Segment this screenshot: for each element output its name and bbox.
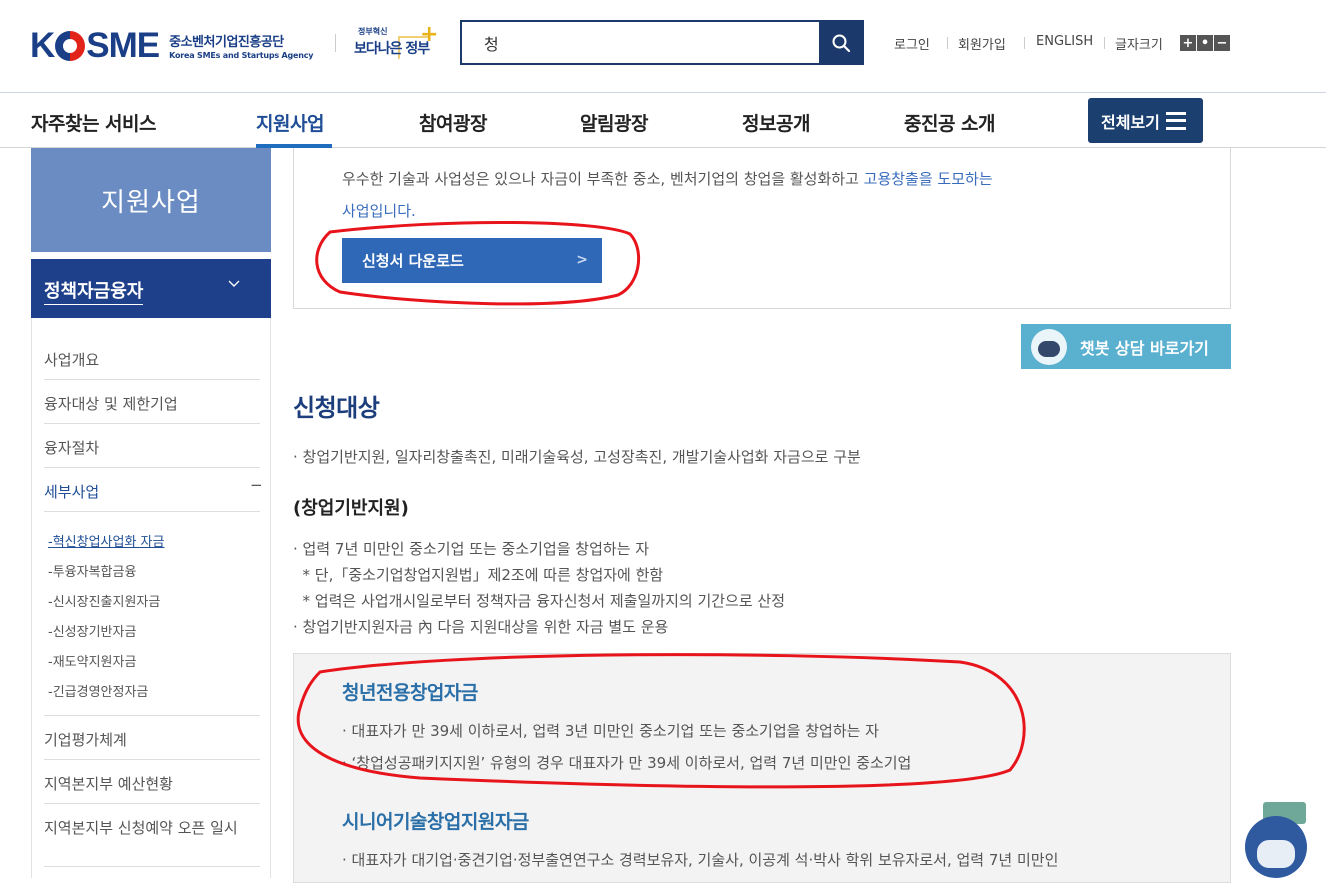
divider (44, 866, 260, 867)
login-link[interactable]: 로그인 (894, 34, 930, 53)
sidebar-title: 지원사업 (31, 148, 271, 252)
subsection-line: * 단,「중소기업창업지원법」제2조에 따른 창업자에 한함 (293, 566, 664, 584)
divider (44, 379, 260, 380)
sidebar-item-budget[interactable]: 지역본지부 예산현황 (44, 773, 173, 794)
view-all-menu-button[interactable]: 전체보기 (1088, 98, 1203, 143)
english-link[interactable]: ENGLISH (1036, 34, 1093, 49)
sidebar-category-label: 정책자금융자 (44, 277, 144, 305)
divider (44, 759, 260, 760)
logo-circle-icon (55, 30, 86, 61)
nav-item-notice[interactable]: 알림광장 (580, 109, 648, 136)
divider (44, 715, 260, 716)
fund-line: · 대표자가 만 39세 이하로서, 업력 3년 미만인 중소기업 또는 중소기… (342, 722, 879, 740)
sidebar-subitem-investment-loan[interactable]: -투융자복합금융 (48, 561, 136, 580)
font-size-controls: + • − (1180, 35, 1231, 51)
divider (335, 34, 336, 52)
divider (1104, 37, 1105, 49)
arrow-right-icon: > (576, 252, 588, 268)
section-text: · 창업기반지원, 일자리창출촉진, 미래기술육성, 고성장촉진, 개발기술사업… (293, 448, 861, 466)
sidebar-item-overview[interactable]: 사업개요 (44, 349, 99, 370)
divider (44, 467, 260, 468)
search-icon (832, 34, 850, 52)
signup-link[interactable]: 회원가입 (958, 34, 1006, 53)
kosme-logo[interactable]: K SME 중소벤처기업진흥공단 Korea SMEs and Startups… (30, 26, 314, 65)
sidebar-item-reservation[interactable]: 지역본지부 신청예약 오픈 일시 (44, 817, 238, 838)
sidebar-subitem-new-market[interactable]: -신시장진출지원자금 (48, 591, 160, 610)
program-description: 우수한 기술과 사업성은 있으나 자금이 부족한 중소, 벤처기업의 창업을 활… (342, 170, 993, 220)
application-download-button[interactable]: 신청서 다운로드 > (342, 238, 602, 283)
plus-icon: + (420, 22, 439, 47)
subsection-title: (창업기반지원) (293, 498, 409, 519)
subsection-line: * 업력은 사업개시일로부터 정책자금 융자신청서 제출일까지의 기간으로 산정 (293, 592, 786, 610)
sidebar-subitem-new-growth[interactable]: -신성장기반자금 (48, 621, 136, 640)
gov-innovation-logo[interactable]: 정부혁신 보다나은 정부 + (352, 22, 439, 64)
nav-item-about[interactable]: 중진공 소개 (904, 109, 996, 136)
font-size-label: 글자크기 (1115, 38, 1163, 53)
collapse-icon[interactable]: − (250, 476, 263, 494)
sidebar-subitem-restart[interactable]: -재도약지원자금 (48, 651, 136, 670)
divider (44, 803, 260, 804)
divider (44, 423, 260, 424)
site-header: K SME 중소벤처기업진흥공단 Korea SMEs and Startups… (0, 0, 1326, 92)
search-box (460, 20, 864, 65)
nav-item-disclosure[interactable]: 정보공개 (742, 109, 810, 136)
sidebar-item-procedure[interactable]: 융자절차 (44, 437, 99, 458)
floating-chatbot-icon[interactable] (1245, 816, 1307, 878)
menu-icon (1165, 111, 1186, 130)
sidebar-subitem-innovation-startup[interactable]: -혁신창업사업화 자금 (48, 531, 164, 550)
nav-item-frequent-services[interactable]: 자주찾는 서비스 (31, 109, 156, 136)
fund-title-youth: 청년전용창업자금 (342, 682, 478, 704)
nav-item-participation[interactable]: 참여광장 (419, 109, 487, 136)
fund-line: · 대표자가 대기업·중견기업·정부출연연구소 경력보유자, 기술사, 이공계 … (342, 851, 1059, 869)
divider (947, 37, 948, 49)
nav-item-support-programs[interactable]: 지원사업 (256, 109, 324, 136)
chatbot-button[interactable]: 챗봇 상담 바로가기 (1021, 324, 1231, 369)
fund-line: · ‘창업성공패키지지원’ 유형의 경우 대표자가 만 39세 이하로서, 업력… (342, 754, 912, 772)
subsection-line: · 창업기반지원자금 內 다음 지원대상을 위한 자금 별도 운용 (293, 618, 669, 636)
section-title: 신청대상 (293, 394, 380, 422)
sidebar-item-details[interactable]: 세부사업 (44, 481, 99, 502)
subsection-line: · 업력 7년 미만인 중소기업 또는 중소기업을 창업하는 자 (293, 540, 650, 558)
chatbot-icon (1031, 329, 1067, 365)
search-input[interactable] (462, 22, 820, 63)
font-increase-button[interactable]: + (1180, 35, 1196, 51)
divider (1024, 37, 1025, 49)
font-decrease-button[interactable]: − (1214, 35, 1230, 51)
logo-text: 중소벤처기업진흥공단 Korea SMEs and Startups Agenc… (169, 35, 314, 60)
sidebar-menu: 사업개요 융자대상 및 제한기업 융자절차 세부사업 − -혁신창업사업화 자금… (31, 318, 271, 878)
fund-title-senior: 시니어기술창업지원자금 (342, 811, 529, 833)
font-reset-button[interactable]: • (1197, 35, 1213, 51)
chevron-down-icon (228, 280, 240, 287)
sidebar-category[interactable]: 정책자금융자 (31, 259, 271, 318)
logo-wordmark: K SME (30, 26, 160, 65)
main-navigation: 자주찾는 서비스 지원사업 참여광장 알림광장 정보공개 중진공 소개 전체보기 (0, 92, 1326, 148)
divider (44, 511, 260, 512)
sidebar-item-evaluation[interactable]: 기업평가체계 (44, 729, 127, 750)
search-button[interactable] (819, 22, 862, 63)
sidebar-subitem-emergency[interactable]: -긴급경영안정자금 (48, 681, 148, 700)
sidebar-item-eligibility[interactable]: 융자대상 및 제한기업 (44, 393, 178, 414)
